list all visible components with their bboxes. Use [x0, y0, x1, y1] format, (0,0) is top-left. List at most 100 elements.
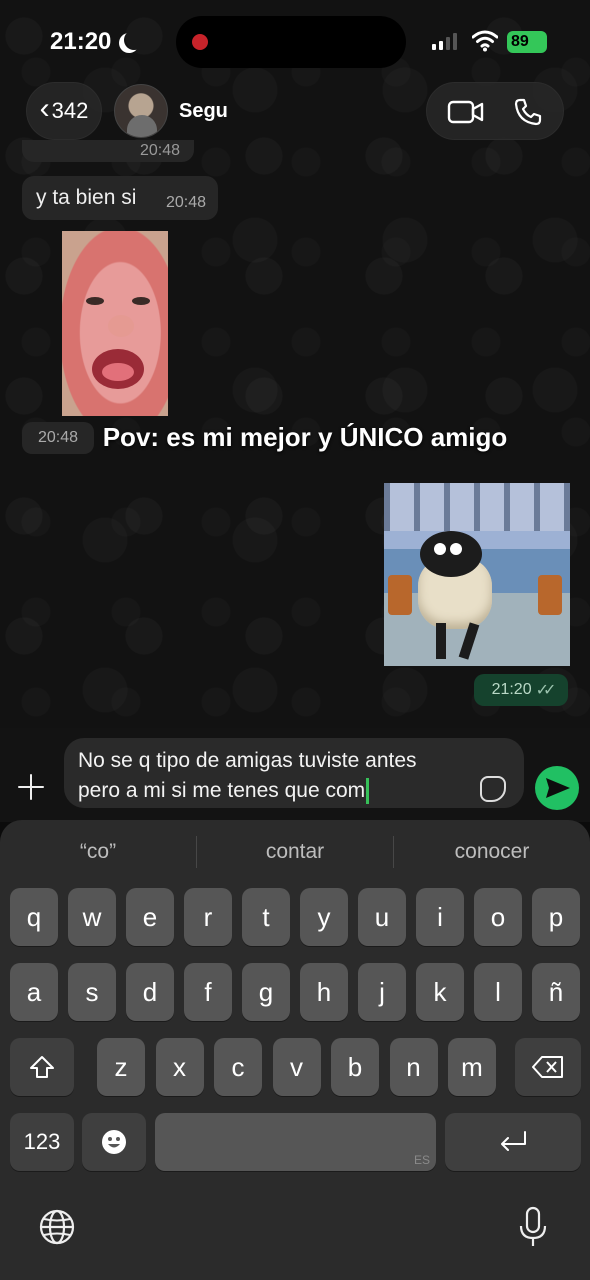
key-label: b: [347, 1051, 363, 1082]
key-label: n: [406, 1051, 421, 1082]
drum: [388, 575, 412, 615]
sheep-leg: [436, 623, 446, 659]
key-m[interactable]: m: [448, 1038, 496, 1096]
phone-call-icon[interactable]: [513, 97, 543, 127]
input-line-2-text: pero a mi si me tenes que com: [78, 779, 366, 802]
key-label: t: [262, 901, 270, 932]
image-message-baby[interactable]: [62, 231, 168, 416]
return-icon: [501, 1131, 526, 1151]
key-n[interactable]: n: [389, 1038, 438, 1096]
key-w[interactable]: w: [68, 888, 116, 946]
key-p[interactable]: p: [532, 888, 580, 946]
roof-beams: [384, 483, 570, 531]
globe-icon[interactable]: [38, 1208, 76, 1246]
baby-mouth: [92, 349, 144, 389]
key-a[interactable]: a: [10, 963, 58, 1021]
key-label: z: [114, 1051, 128, 1082]
key-x[interactable]: x: [155, 1038, 204, 1096]
key-e[interactable]: e: [126, 888, 174, 946]
input-line-1: No se q tipo de amigas tuviste antes: [78, 749, 417, 772]
contact-name[interactable]: Segu: [179, 100, 228, 123]
key-q[interactable]: q: [10, 888, 58, 946]
key-label: r: [203, 901, 213, 932]
key-label: ñ: [548, 976, 564, 1007]
shift-key[interactable]: [10, 1038, 74, 1096]
avatar[interactable]: [114, 84, 168, 138]
emoji-key[interactable]: [82, 1113, 146, 1171]
sheep-head: [420, 531, 482, 577]
baby-eye: [86, 297, 104, 305]
message-bubble[interactable]: y ta bien si 20:48: [22, 176, 218, 220]
key-f[interactable]: f: [184, 963, 232, 1021]
send-button[interactable]: [535, 766, 579, 810]
message-text: y ta bien si: [36, 186, 137, 209]
backspace-icon: [532, 1056, 563, 1078]
key-label: q: [26, 901, 42, 932]
key-t[interactable]: t: [242, 888, 290, 946]
key-label: g: [258, 976, 274, 1007]
suggestion-1[interactable]: “co”: [0, 840, 196, 864]
backspace-key[interactable]: [515, 1038, 581, 1096]
key-ñ[interactable]: ñ: [532, 963, 580, 1021]
wifi-icon: [472, 30, 498, 52]
status-bar: 21:20 89: [0, 0, 590, 80]
key-g[interactable]: g: [242, 963, 290, 1021]
recording-dot-icon: [192, 34, 208, 50]
cellular-signal-icon: [432, 32, 457, 50]
key-l[interactable]: l: [474, 963, 522, 1021]
key-h[interactable]: h: [300, 963, 348, 1021]
key-d[interactable]: d: [126, 963, 174, 1021]
attach-plus-icon[interactable]: [14, 770, 48, 804]
key-j[interactable]: j: [358, 963, 406, 1021]
key-label: u: [374, 901, 390, 932]
send-icon: [546, 778, 570, 798]
input-line-2: pero a mi si me tenes que com: [78, 776, 510, 806]
video-call-icon[interactable]: [447, 99, 485, 125]
video-caption-overlay: Pov: es mi mejor y ÚNICO amigo: [102, 422, 508, 452]
message-input[interactable]: No se q tipo de amigas tuviste antes per…: [64, 738, 524, 808]
image-time: 20:48: [22, 422, 94, 454]
suggestion-3[interactable]: conocer: [394, 840, 590, 864]
sent-time-pill: 21:20 ✓✓: [474, 674, 568, 706]
sent-time: 21:20: [491, 681, 532, 698]
key-o[interactable]: o: [474, 888, 522, 946]
key-label: s: [85, 976, 99, 1007]
key-z[interactable]: z: [97, 1038, 145, 1096]
message-bubble-partial[interactable]: 20:48: [22, 140, 194, 162]
baby-nose: [108, 315, 134, 337]
key-label: k: [433, 976, 447, 1007]
key-c[interactable]: c: [214, 1038, 262, 1096]
read-receipt-icon: ✓✓: [535, 682, 557, 699]
battery-icon: 89: [507, 31, 547, 53]
avatar-figure: [127, 115, 157, 137]
numbers-key[interactable]: 123: [10, 1113, 74, 1171]
space-key[interactable]: ES: [155, 1113, 436, 1171]
key-u[interactable]: u: [358, 888, 406, 946]
status-time: 21:20: [50, 28, 112, 55]
sheep-eye: [450, 543, 462, 555]
key-label: j: [379, 976, 385, 1007]
chat-header: ‹ 342 Segu: [0, 82, 590, 144]
key-label: h: [316, 976, 332, 1007]
dynamic-island: [176, 16, 406, 68]
key-k[interactable]: k: [416, 963, 464, 1021]
key-label: w: [82, 901, 102, 932]
key-i[interactable]: i: [416, 888, 464, 946]
message-time: 20:48: [139, 142, 180, 159]
image-message-sheep[interactable]: [384, 483, 570, 666]
unread-count: 342: [51, 98, 89, 123]
suggestion-2[interactable]: contar: [197, 840, 393, 864]
microphone-icon[interactable]: [518, 1206, 548, 1248]
back-button[interactable]: ‹ 342: [26, 82, 102, 140]
key-r[interactable]: r: [184, 888, 232, 946]
return-key[interactable]: [445, 1113, 581, 1171]
key-label: i: [437, 901, 443, 932]
key-y[interactable]: y: [300, 888, 348, 946]
sheep-eye: [434, 543, 446, 555]
call-actions: [426, 82, 564, 140]
key-v[interactable]: v: [272, 1038, 321, 1096]
emoji-icon: [102, 1130, 126, 1154]
key-s[interactable]: s: [68, 963, 116, 1021]
key-b[interactable]: b: [331, 1038, 379, 1096]
key-label: m: [461, 1051, 483, 1082]
